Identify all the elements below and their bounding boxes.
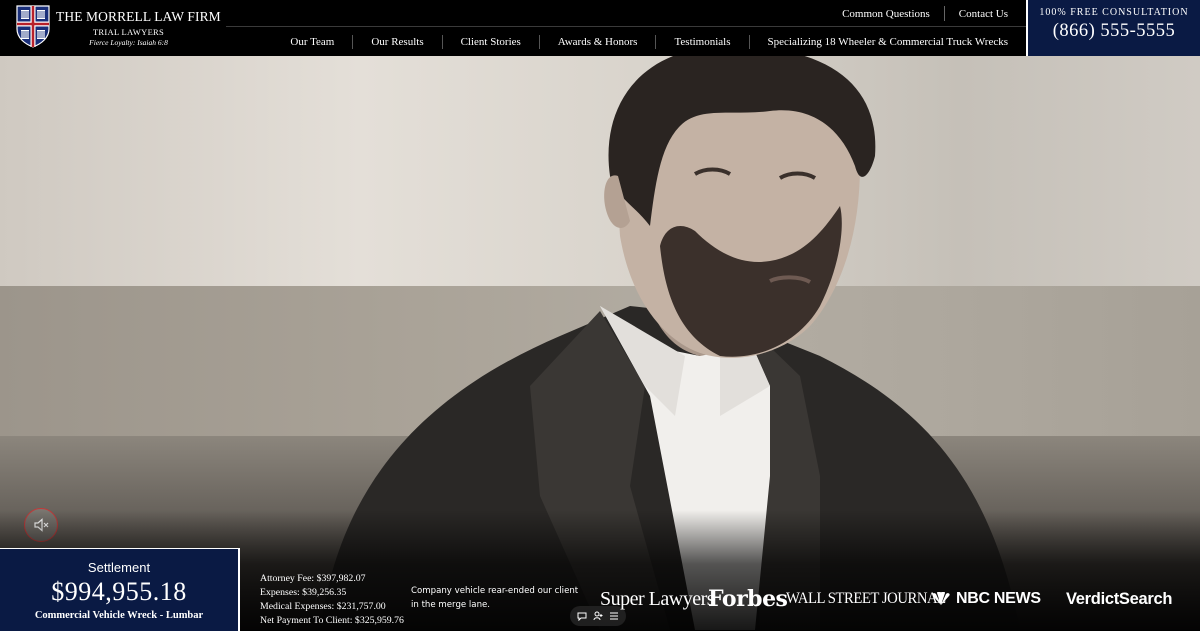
chat-bubble-icon[interactable] [577,611,587,621]
settlement-case-type: Commercial Vehicle Wreck - Lumbar [34,610,204,621]
header-divider [226,26,1026,27]
brand-name: THE MORRELL LAW FIRM [56,9,221,24]
settlement-label: Settlement [87,560,151,575]
brand-tagline: Fierce Loyalty: Isaiah 6:8 [89,38,168,47]
settlement-breakdown: Attorney Fee: $397,982.07 Expenses: $39,… [260,572,404,628]
wall-street-journal-logo: WALL STREET JOURNAL [786,590,946,607]
nbc-peacock-icon [932,592,950,605]
nav-client-stories[interactable]: Client Stories [443,36,539,48]
verdict-search-logo: VerdictSearch [1066,590,1173,608]
phone-number-link[interactable]: (866) 555-5555 [1028,21,1200,42]
common-questions-link[interactable]: Common Questions [828,8,944,20]
nbc-news-logo: NBC NEWS [930,590,1041,608]
nav-awards-honors[interactable]: Awards & Honors [540,36,656,48]
nav-truck-wrecks[interactable]: Specializing 18 Wheeler & Commercial Tru… [750,36,1008,48]
free-consultation-box[interactable]: 100% FREE CONSULTATION (866) 555-5555 [1026,0,1200,56]
law-firm-shield-logo[interactable] [16,5,50,48]
brand-block[interactable]: THE MORRELL LAW FIRM TRIAL LAWYERS Fierc… [56,9,221,47]
nbc-news-text: NBC NEWS [956,590,1041,607]
site-header: THE MORRELL LAW FIRM TRIAL LAWYERS Fierc… [0,0,1200,56]
case-description-line: in the merge lane. [411,600,491,610]
attorney-fee: Attorney Fee: $397,982.07 [260,573,366,584]
case-description: Company vehicle rear-ended our client in… [411,584,583,612]
settlement-card[interactable]: Settlement $994,955.18 Commercial Vehicl… [0,548,240,631]
utility-nav: Common Questions Contact Us [828,6,1008,21]
media-badges: Super Lawyers Forbes WALL STREET JOURNAL… [600,586,1192,614]
consultation-label: 100% FREE CONSULTATION [1039,7,1189,18]
nav-our-team[interactable]: Our Team [272,36,352,48]
brand-subtitle: TRIAL LAWYERS [92,27,165,37]
nav-our-results[interactable]: Our Results [353,36,441,48]
net-payment: Net Payment To Client: $325,959.76 [260,615,404,626]
super-lawyers-logo: Super Lawyers [600,588,715,610]
medical-expenses: Medical Expenses: $231,757.00 [260,601,386,612]
nav-testimonials[interactable]: Testimonials [656,36,748,48]
contact-us-link[interactable]: Contact Us [945,8,1008,20]
main-nav: Our Team Our Results Client Stories Awar… [272,35,1008,49]
expenses: Expenses: $39,256.35 [260,587,347,598]
settlement-amount: $994,955.18 [51,577,187,606]
forbes-logo: Forbes [708,586,788,612]
case-description-line: Company vehicle rear-ended our client [411,586,579,596]
